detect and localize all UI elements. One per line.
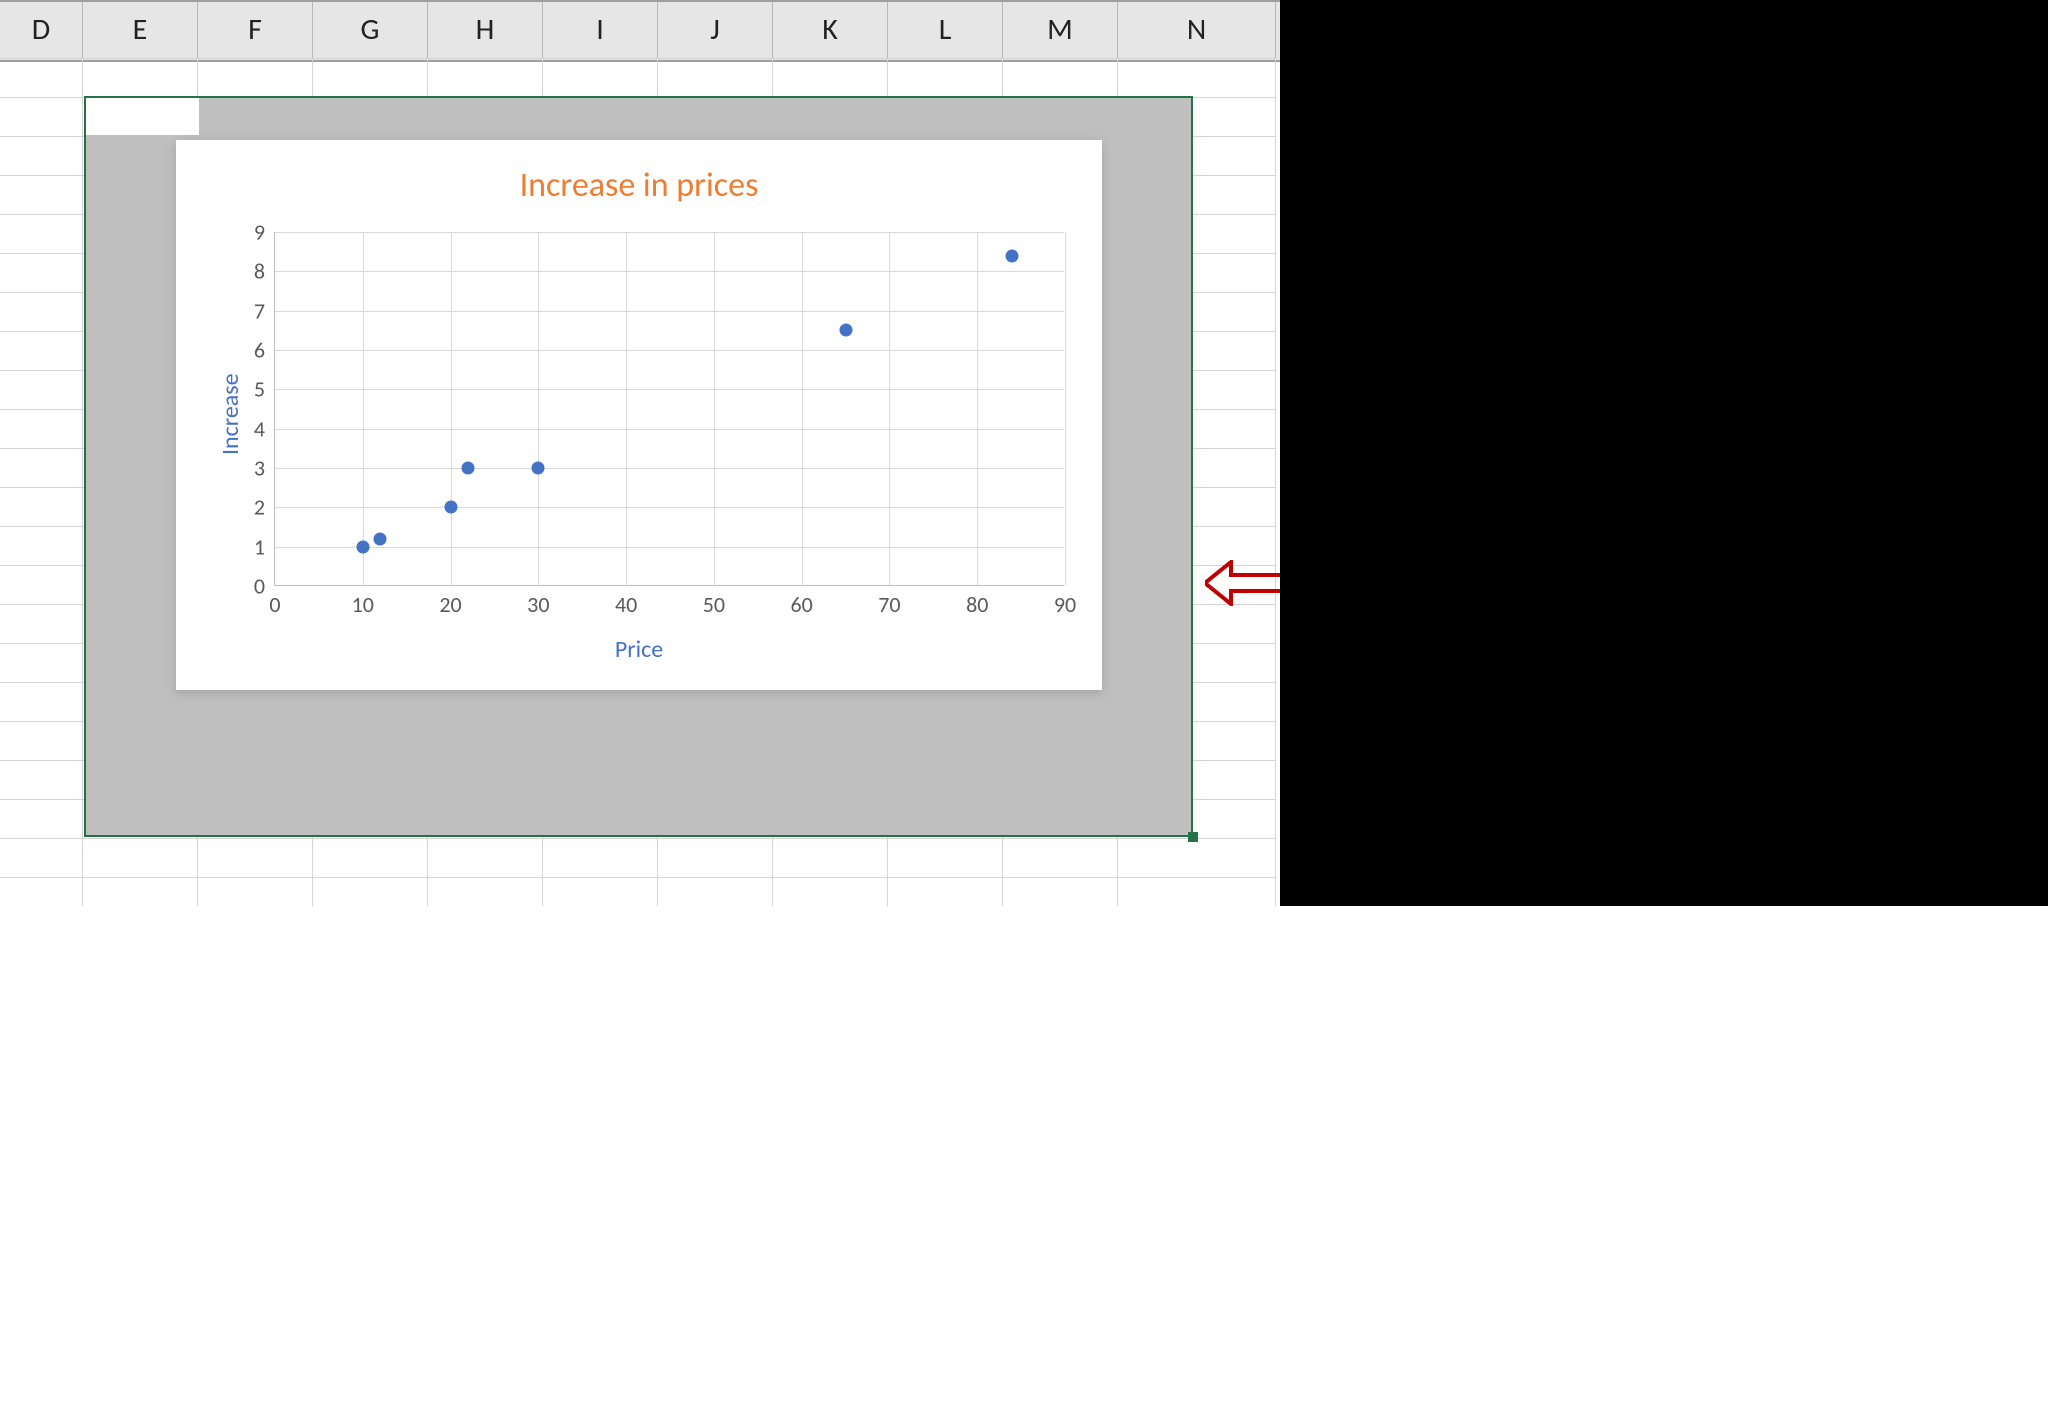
column-header-row: DEFGHIJKLMN xyxy=(0,0,1280,62)
y-tick: 7 xyxy=(254,297,275,324)
column-header-D[interactable]: D xyxy=(0,2,83,58)
column-header-I[interactable]: I xyxy=(543,2,658,58)
x-tick: 40 xyxy=(615,585,637,618)
y-tick: 2 xyxy=(254,494,275,521)
column-header-H[interactable]: H xyxy=(428,2,543,58)
x-tick: 30 xyxy=(527,585,549,618)
selection-fill-handle[interactable] xyxy=(1188,832,1198,842)
x-tick: 50 xyxy=(703,585,725,618)
y-tick: 9 xyxy=(254,219,275,246)
y-tick: 5 xyxy=(254,376,275,403)
data-point[interactable] xyxy=(462,462,475,475)
data-point[interactable] xyxy=(444,501,457,514)
column-header-N[interactable]: N xyxy=(1118,2,1276,58)
x-axis-label[interactable]: Price xyxy=(176,635,1102,664)
x-tick: 60 xyxy=(791,585,813,618)
x-tick: 20 xyxy=(439,585,461,618)
x-tick: 80 xyxy=(966,585,988,618)
y-tick: 1 xyxy=(254,533,275,560)
letterbox-right xyxy=(1280,0,2048,906)
column-header-L[interactable]: L xyxy=(888,2,1003,58)
column-header-K[interactable]: K xyxy=(773,2,888,58)
y-tick: 8 xyxy=(254,258,275,285)
plot-area[interactable]: 01020304050607080900123456789 xyxy=(274,232,1064,586)
y-tick: 6 xyxy=(254,337,275,364)
data-point[interactable] xyxy=(839,324,852,337)
x-tick: 10 xyxy=(352,585,374,618)
active-cell[interactable] xyxy=(84,96,199,135)
y-tick: 3 xyxy=(254,455,275,482)
y-axis-label[interactable]: Increase xyxy=(216,373,245,455)
column-header-M[interactable]: M xyxy=(1003,2,1118,58)
data-point[interactable] xyxy=(1006,249,1019,262)
column-header-J[interactable]: J xyxy=(658,2,773,58)
column-header-G[interactable]: G xyxy=(313,2,428,58)
data-point[interactable] xyxy=(532,462,545,475)
embedded-chart[interactable]: Increase in prices 010203040506070809001… xyxy=(176,140,1102,690)
x-tick: 70 xyxy=(878,585,900,618)
letterbox-bottom xyxy=(0,906,2048,1411)
chart-title[interactable]: Increase in prices xyxy=(176,165,1102,206)
column-header-E[interactable]: E xyxy=(83,2,198,58)
y-tick: 0 xyxy=(254,573,275,600)
data-point[interactable] xyxy=(374,532,387,545)
column-header-F[interactable]: F xyxy=(198,2,313,58)
data-point[interactable] xyxy=(356,540,369,553)
y-tick: 4 xyxy=(254,415,275,442)
x-tick: 90 xyxy=(1054,585,1076,618)
